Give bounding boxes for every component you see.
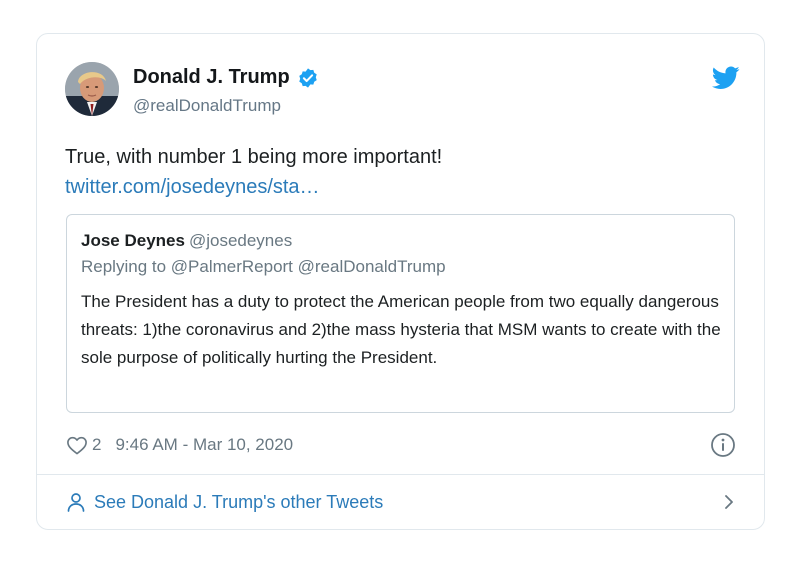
avatar[interactable] (65, 62, 119, 116)
quoted-author-handle: @josedeynes (188, 231, 293, 250)
author-name[interactable]: Donald J. Trump (133, 66, 290, 89)
twitter-bird-icon[interactable] (711, 66, 740, 90)
chevron-right-icon (722, 494, 736, 510)
tweet-body: True, with number 1 being more important… (65, 142, 745, 202)
verified-badge-icon (297, 67, 319, 89)
quoted-tweet-header: Jose Deynes @josedeynes (81, 229, 720, 253)
author-handle[interactable]: @realDonaldTrump (133, 96, 281, 116)
author-name-line: Donald J. Trump (133, 66, 319, 89)
info-icon[interactable] (710, 432, 736, 458)
see-other-tweets-label: See Donald J. Trump's other Tweets (94, 491, 384, 512)
heart-icon[interactable] (66, 435, 88, 455)
tweet-timestamp[interactable]: 9:46 AM - Mar 10, 2020 (115, 435, 293, 455)
like-count[interactable]: 2 (92, 435, 101, 455)
person-icon (66, 492, 86, 512)
quoted-tweet-text: The President has a duty to protect the … (81, 292, 721, 367)
tweet-header: Donald J. Trump @realDonaldTrump (65, 62, 740, 120)
replying-to: Replying to @PalmerReport @realDonaldTru… (81, 257, 446, 276)
divider (37, 474, 764, 475)
tweet-link[interactable]: twitter.com/josedeynes/sta… (65, 172, 745, 202)
quoted-author-name: Jose Deynes (81, 231, 185, 250)
quoted-tweet[interactable]: Jose Deynes @josedeynes Replying to @Palm… (66, 214, 735, 413)
tweet-meta: 2 9:46 AM - Mar 10, 2020 (66, 432, 736, 458)
tweet-text: True, with number 1 being more important… (65, 146, 443, 168)
see-other-tweets-link[interactable]: See Donald J. Trump's other Tweets (66, 485, 736, 519)
embedded-tweet-card: Donald J. Trump @realDonaldTrump True, w… (36, 33, 765, 530)
